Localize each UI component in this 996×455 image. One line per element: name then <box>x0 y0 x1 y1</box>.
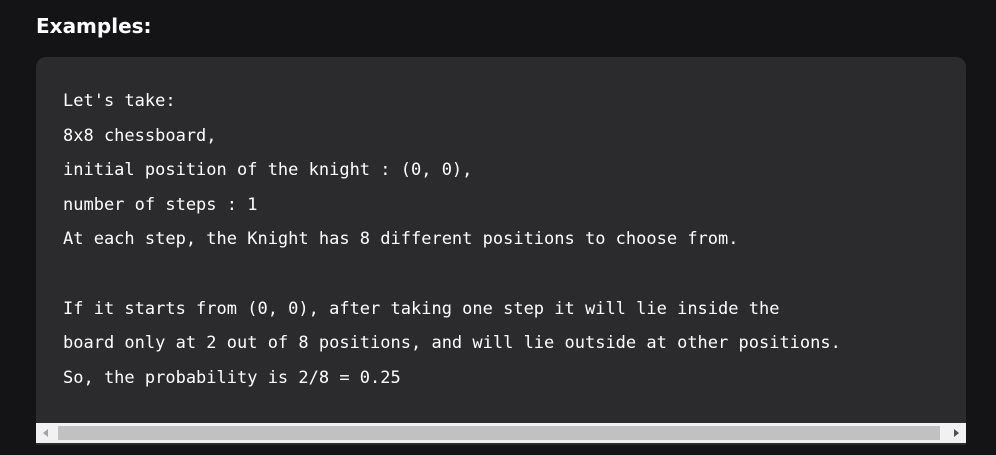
code-block: Let's take: 8x8 chessboard, initial positi… <box>36 57 966 445</box>
code-line: board only at 2 out of 8 positions, and … <box>63 333 841 354</box>
scroll-right-arrow-glyph <box>954 429 959 437</box>
scroll-left-arrow-icon[interactable] <box>36 423 56 443</box>
scroll-right-arrow-icon[interactable] <box>946 423 966 443</box>
code-line: number of steps : 1 <box>63 194 258 215</box>
code-line: At each step, the Knight has 8 different… <box>63 229 739 250</box>
examples-heading: Examples: <box>36 14 152 38</box>
code-line: If it starts from (0, 0), after taking o… <box>63 298 780 319</box>
code-line: So, the probability is 2/8 = 0.25 <box>63 367 401 388</box>
code-line: 8x8 chessboard, <box>63 125 217 146</box>
code-line: initial position of the knight : (0, 0), <box>63 160 473 181</box>
code-content: Let's take: 8x8 chessboard, initial positi… <box>63 84 841 395</box>
horizontal-scrollbar[interactable] <box>36 421 966 445</box>
scroll-left-arrow-glyph <box>43 429 48 437</box>
code-line: Let's take: <box>63 91 176 111</box>
scrollbar-thumb[interactable] <box>58 426 940 440</box>
